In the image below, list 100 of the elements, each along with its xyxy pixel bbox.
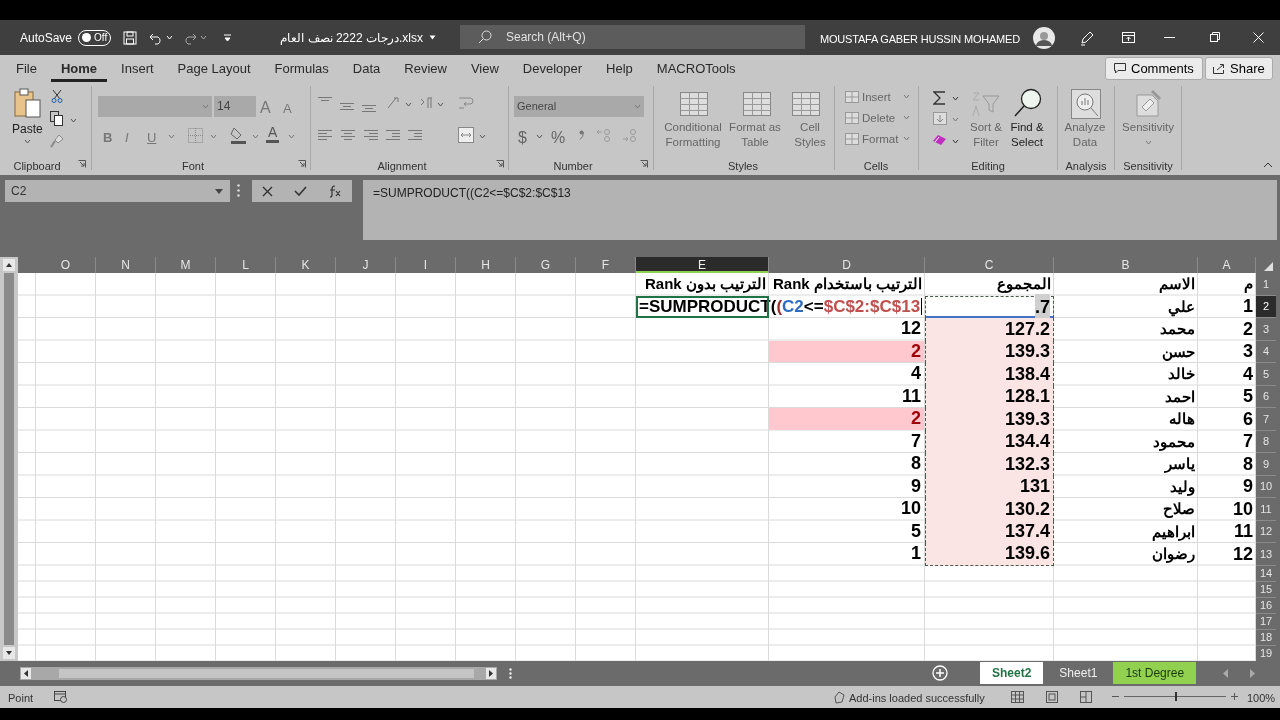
next-sheet-icon[interactable] xyxy=(1249,669,1255,678)
align-center-icon[interactable] xyxy=(341,129,355,141)
font-style-button[interactable]: B xyxy=(103,128,113,148)
font-style-button[interactable]: U xyxy=(147,128,157,148)
caret-icon[interactable] xyxy=(215,189,223,194)
launcher-icon[interactable] xyxy=(298,160,306,168)
paste-icon[interactable] xyxy=(14,88,42,118)
font-color-button[interactable]: A xyxy=(266,124,280,143)
ribbon-tab[interactable]: Developer xyxy=(512,55,593,82)
sheet-tab[interactable]: Sheet2 xyxy=(980,662,1044,684)
ribbon-tab[interactable]: File xyxy=(6,55,47,82)
page-break-icon[interactable] xyxy=(1080,691,1092,703)
previous-sheet-icon[interactable] xyxy=(1223,669,1229,678)
launcher-icon[interactable] xyxy=(78,160,86,168)
fill-color-icon[interactable] xyxy=(230,126,247,144)
orientation-icon[interactable] xyxy=(386,96,402,110)
cell-styles-icon[interactable] xyxy=(792,92,820,116)
corner-triangle-icon[interactable] xyxy=(1264,262,1273,271)
macro-record-icon[interactable] xyxy=(54,691,67,703)
cancel-icon[interactable] xyxy=(262,185,274,197)
ribbon-tab[interactable]: Data xyxy=(342,55,391,82)
column-header[interactable]: E xyxy=(636,257,769,273)
cells-button[interactable]: Format xyxy=(862,131,899,149)
caret-icon[interactable] xyxy=(428,35,436,40)
launcher-icon[interactable] xyxy=(496,160,504,168)
column-header[interactable]: B xyxy=(1054,257,1198,273)
font-style-button[interactable]: I xyxy=(125,128,129,148)
format-table-icon[interactable] xyxy=(743,92,771,116)
paste-button[interactable]: Paste xyxy=(12,120,43,138)
horizontal-scrollbar[interactable] xyxy=(20,667,497,680)
search-icon[interactable] xyxy=(1013,88,1043,118)
pen-icon[interactable] xyxy=(1079,30,1095,46)
ribbon-tab[interactable]: Page Layout xyxy=(167,55,261,82)
row-header[interactable]: 2 xyxy=(1256,295,1276,318)
customize-icon[interactable] xyxy=(223,33,233,42)
ribbon-display-icon[interactable] xyxy=(1122,32,1135,43)
collapse-ribbon-icon[interactable] xyxy=(1263,162,1273,168)
scroll-right-icon[interactable] xyxy=(486,668,496,679)
column-header[interactable]: I xyxy=(396,257,456,273)
format-painter-icon[interactable] xyxy=(50,134,64,148)
add-sheet-icon[interactable] xyxy=(932,665,948,681)
column-header[interactable]: D xyxy=(769,257,925,273)
borders-icon[interactable] xyxy=(188,128,203,143)
ribbon-tab[interactable]: Formulas xyxy=(264,55,339,82)
column-header[interactable]: L xyxy=(216,257,276,273)
scroll-up-icon[interactable] xyxy=(3,259,15,271)
ribbon-tab[interactable]: Help xyxy=(596,55,643,82)
sheet-tab[interactable]: Sheet1 xyxy=(1047,662,1110,684)
shrink-font-button[interactable]: A xyxy=(283,99,292,119)
caret-icon[interactable] xyxy=(952,139,959,144)
percent-button[interactable]: % xyxy=(551,126,566,150)
column-header[interactable]: C xyxy=(925,257,1054,273)
formula-field[interactable]: =SUMPRODUCT((C2<=$C$2:$C$13 xyxy=(363,180,1277,240)
font-size-field[interactable]: 14 xyxy=(214,96,256,117)
column-header[interactable]: H xyxy=(456,257,516,273)
wrap-text-icon[interactable] xyxy=(458,95,474,111)
eraser-icon[interactable] xyxy=(932,134,947,146)
ribbon-tab[interactable]: View xyxy=(460,55,509,82)
grow-font-button[interactable]: A xyxy=(260,96,271,120)
sheet-tab[interactable]: 1st Degree xyxy=(1113,662,1197,684)
ribbon-button[interactable]: Analyze Data xyxy=(1060,120,1110,150)
avatar[interactable] xyxy=(1033,27,1055,49)
cells-button[interactable]: Insert xyxy=(862,89,891,107)
scroll-thumb[interactable] xyxy=(4,273,14,645)
column-header[interactable]: O xyxy=(36,257,96,273)
ribbon-tab[interactable]: Insert xyxy=(111,55,164,82)
analyze-data-icon[interactable] xyxy=(1071,89,1101,119)
outdent-icon[interactable] xyxy=(408,129,422,141)
column-header[interactable]: K xyxy=(276,257,336,273)
more-icon[interactable] xyxy=(509,668,512,679)
ribbon-tab[interactable]: MACROTools xyxy=(646,55,746,82)
zoom-level[interactable]: 100% xyxy=(1247,690,1276,707)
close-icon[interactable] xyxy=(1253,32,1264,43)
number-format-field[interactable]: General xyxy=(514,96,644,117)
comma-style-icon[interactable] xyxy=(579,130,584,140)
ribbon-button[interactable]: Cell Styles xyxy=(790,120,830,150)
conditional-formatting-icon[interactable] xyxy=(680,92,708,116)
sensitivity-icon[interactable] xyxy=(1136,89,1162,117)
restore-icon[interactable] xyxy=(1210,32,1220,42)
scroll-down-icon[interactable] xyxy=(3,647,15,659)
column-header[interactable]: N xyxy=(96,257,156,273)
scroll-left-icon[interactable] xyxy=(21,668,31,679)
fill-icon[interactable] xyxy=(933,112,947,125)
indent-icon[interactable] xyxy=(386,129,400,141)
column-header[interactable]: F xyxy=(576,257,636,273)
currency-button[interactable]: $ xyxy=(518,126,527,150)
cells-button[interactable]: Delete xyxy=(862,110,896,128)
zoom-in-icon[interactable] xyxy=(1231,693,1238,700)
align-right-icon[interactable] xyxy=(364,129,378,141)
font-name-field[interactable] xyxy=(98,96,212,117)
launcher-icon[interactable] xyxy=(640,160,648,168)
search-field[interactable]: Search (Alt+Q) xyxy=(460,25,805,49)
normal-view-icon[interactable] xyxy=(1011,691,1024,703)
function-icon[interactable] xyxy=(327,184,342,198)
align-left-icon[interactable] xyxy=(318,129,332,141)
comments-button[interactable]: Comments xyxy=(1105,57,1203,80)
merge-icon[interactable] xyxy=(458,127,474,143)
vertical-scrollbar[interactable] xyxy=(0,257,18,661)
column-header[interactable]: G xyxy=(516,257,576,273)
more-icon[interactable] xyxy=(237,184,240,197)
